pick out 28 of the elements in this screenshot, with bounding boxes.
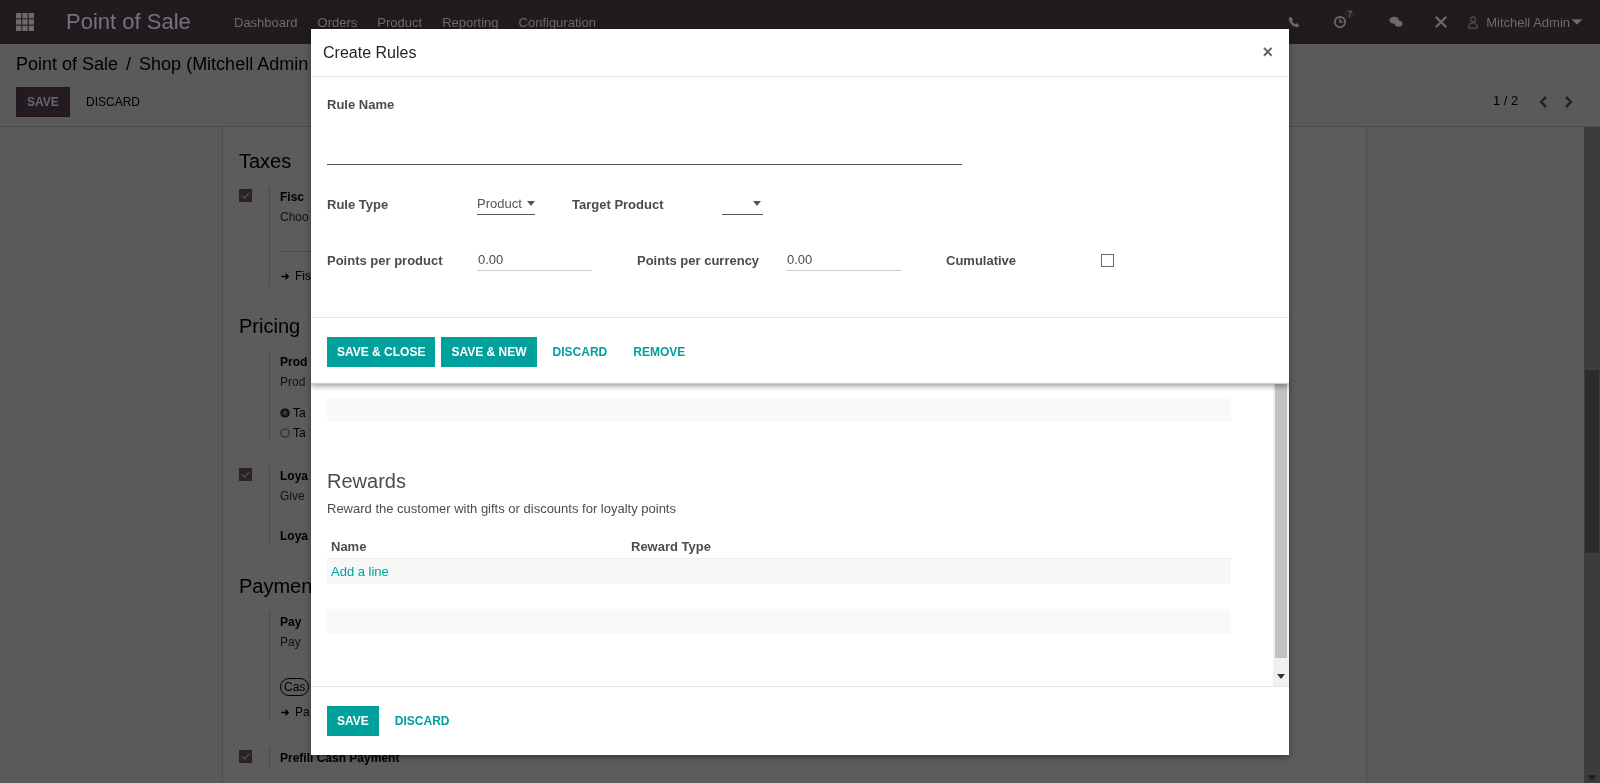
dialog-title: Create Rules xyxy=(323,43,417,62)
activity-badge: 7 xyxy=(1344,9,1356,19)
setting-description: Prod xyxy=(280,374,306,391)
section-title: Taxes xyxy=(239,149,292,174)
setting-label: Prod xyxy=(280,354,308,371)
setting-description: Choo xyxy=(280,209,309,226)
section-title: Pricing xyxy=(239,314,301,339)
setting-label: Fisc xyxy=(280,189,304,206)
section-title: Paymen xyxy=(239,574,313,599)
setting-label: Loya xyxy=(280,528,308,545)
field-label: Points per product xyxy=(327,252,444,268)
setting-label: Pay xyxy=(280,614,302,631)
breadcrumb-separator: / xyxy=(126,54,132,75)
setting-description: Give xyxy=(280,488,305,505)
field-label: Target Product xyxy=(572,196,665,212)
breadcrumb-current: Shop (Mitchell Admin xyxy=(139,54,309,75)
setting-description: Pay xyxy=(280,634,301,651)
setting-label: Loya xyxy=(280,468,308,485)
field-label: Points per currency xyxy=(637,252,761,268)
section-title: Rewards xyxy=(327,470,407,493)
pager-counter: 1 / 2 xyxy=(1493,93,1519,108)
radio-label: Ta xyxy=(293,426,306,440)
app-title: Point of Sale xyxy=(66,9,192,35)
radio-label: Ta xyxy=(293,406,306,420)
section-description: Reward the customer with gifts or discounts for loyalty points xyxy=(327,501,677,516)
field-label: Rule Type xyxy=(327,196,390,212)
field-label: Rule Name xyxy=(327,97,396,112)
field-label: Cumulative xyxy=(946,252,1018,268)
